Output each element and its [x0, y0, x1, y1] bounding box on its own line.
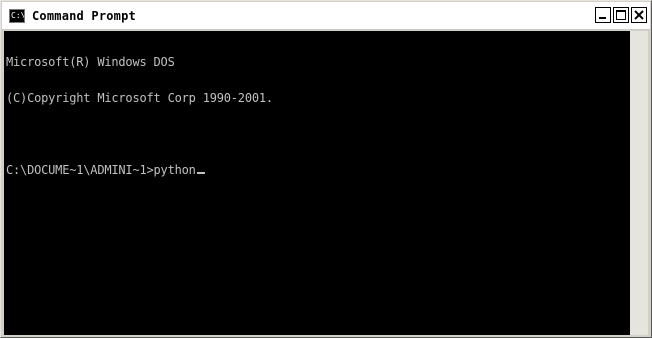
close-button[interactable]	[631, 7, 647, 23]
window-controls	[595, 7, 647, 23]
scrollbar-track[interactable]	[630, 31, 648, 335]
console-line: Microsoft(R) Windows DOS	[6, 55, 175, 69]
console-output[interactable]: Microsoft(R) Windows DOS (C)Copyright Mi…	[4, 31, 630, 335]
minimize-icon	[599, 17, 606, 19]
command-prompt-window: C:\ Command Prompt Microsoft(R) Windows …	[0, 0, 652, 338]
command-prompt-text: C:\DOCUME~1\ADMINI~1>python	[6, 163, 196, 177]
console-prompt-line: C:\DOCUME~1\ADMINI~1>python	[6, 164, 273, 176]
window-title: Command Prompt	[32, 8, 136, 23]
vertical-scrollbar[interactable]	[630, 31, 648, 335]
text-cursor	[196, 172, 205, 174]
cmd-icon[interactable]: C:\	[9, 8, 25, 23]
console-text-area[interactable]: Microsoft(R) Windows DOS (C)Copyright Mi…	[6, 32, 273, 200]
close-icon	[634, 10, 644, 20]
maximize-button[interactable]	[613, 7, 629, 23]
maximize-icon	[616, 10, 626, 20]
minimize-button[interactable]	[595, 7, 611, 23]
console-line: (C)Copyright Microsoft Corp 1990-2001.	[6, 91, 273, 105]
title-bar[interactable]: C:\ Command Prompt	[2, 2, 650, 30]
